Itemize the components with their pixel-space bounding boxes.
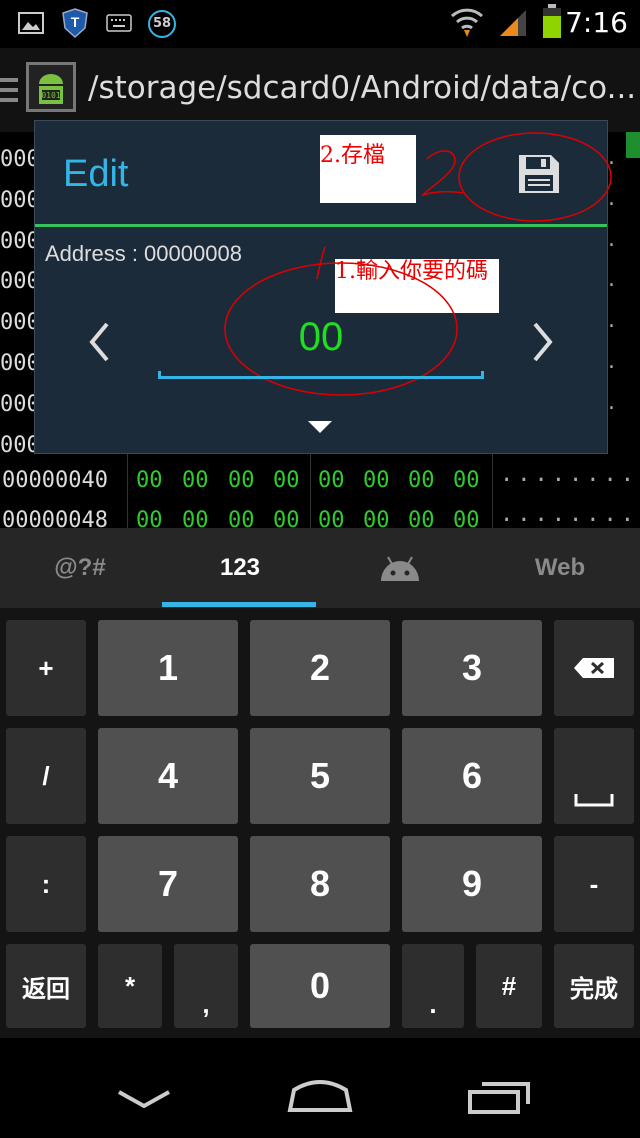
- ascii-dot: .: [608, 267, 615, 293]
- key-3[interactable]: 3: [402, 620, 542, 716]
- space-icon: [574, 794, 614, 807]
- key-2[interactable]: 2: [250, 620, 390, 716]
- file-path-title: /storage/sdcard0/Android/data/co...: [88, 70, 637, 106]
- signal-icon: [500, 10, 526, 36]
- address-label: Address : 00000008: [45, 241, 242, 266]
- ascii-dot: .: [608, 348, 615, 374]
- notification-badge: 58: [148, 10, 176, 38]
- recents-icon[interactable]: [468, 1080, 532, 1114]
- key-8[interactable]: 8: [250, 836, 390, 932]
- numeric-keyboard: + 1 2 3 / 4 5 6 : 7 8 9 - 返回 * , 0 . # 完…: [0, 608, 640, 1038]
- wifi-icon: [450, 8, 484, 37]
- key-space[interactable]: [554, 728, 634, 824]
- hex-byte[interactable]: 00: [273, 468, 300, 493]
- tab-android[interactable]: [320, 528, 480, 608]
- android-icon: [381, 556, 419, 581]
- key-7[interactable]: 7: [98, 836, 238, 932]
- expand-down-icon[interactable]: [307, 419, 333, 435]
- active-tab-indicator: [162, 602, 316, 607]
- hex-ascii: ........: [500, 502, 638, 527]
- tab-symbols[interactable]: @?#: [0, 528, 160, 608]
- key-minus[interactable]: -: [554, 836, 634, 932]
- hex-address: 00000040: [2, 468, 108, 493]
- key-plus[interactable]: +: [6, 620, 86, 716]
- scroll-indicator[interactable]: [626, 132, 640, 158]
- svg-text:0101: 0101: [41, 91, 60, 100]
- key-5[interactable]: 5: [250, 728, 390, 824]
- hex-row: 00000040 00 00 00 00 00 00 00 00........: [0, 462, 640, 502]
- key-0[interactable]: 0: [250, 944, 390, 1028]
- keyboard-tabs: @?# 123 Web: [0, 528, 640, 608]
- edit-dialog: Edit 2.存檔 Address : 00000008 1.輸入你要的碼 00: [34, 120, 612, 454]
- battery-icon: [543, 4, 561, 38]
- app-icon[interactable]: 0101: [26, 62, 76, 112]
- menu-icon[interactable]: [0, 76, 20, 104]
- value-input-underline: [158, 371, 484, 379]
- key-asterisk[interactable]: *: [98, 944, 162, 1028]
- key-period[interactable]: .: [402, 944, 464, 1028]
- key-colon[interactable]: :: [6, 836, 86, 932]
- svg-text:T: T: [71, 14, 80, 30]
- hex-byte[interactable]: 00: [182, 468, 209, 493]
- key-comma[interactable]: ,: [174, 944, 238, 1028]
- ascii-dot: .: [608, 389, 615, 415]
- key-done[interactable]: 完成: [554, 944, 634, 1028]
- red-circle-save: [421, 132, 612, 222]
- chevron-right-icon[interactable]: [531, 321, 555, 363]
- tab-numbers[interactable]: 123: [160, 528, 320, 608]
- status-bar: T 58 7:16: [0, 0, 640, 48]
- annotation-save: 2.存檔: [320, 135, 416, 203]
- keyboard-icon: [106, 14, 132, 32]
- key-1[interactable]: 1: [98, 620, 238, 716]
- navigation-bar: [0, 1038, 640, 1138]
- hex-byte[interactable]: 00: [136, 468, 163, 493]
- clock: 7:16: [565, 6, 628, 39]
- backspace-icon: [574, 658, 614, 678]
- dialog-title: Edit: [63, 153, 129, 195]
- hex-byte[interactable]: 00: [408, 468, 435, 493]
- home-icon[interactable]: [286, 1076, 354, 1114]
- hex-byte[interactable]: 00: [363, 468, 390, 493]
- key-9[interactable]: 9: [402, 836, 542, 932]
- value-input[interactable]: 00: [158, 315, 484, 360]
- key-slash[interactable]: /: [6, 728, 86, 824]
- tab-web[interactable]: Web: [480, 528, 640, 608]
- hex-byte[interactable]: 00: [228, 468, 255, 493]
- key-6[interactable]: 6: [402, 728, 542, 824]
- ascii-dot: .: [608, 308, 615, 334]
- image-icon: [18, 12, 44, 34]
- hex-ascii: ........: [500, 462, 638, 487]
- back-icon[interactable]: [116, 1088, 172, 1112]
- shield-icon: T: [62, 8, 88, 38]
- key-hash[interactable]: #: [476, 944, 542, 1028]
- key-back[interactable]: 返回: [6, 944, 86, 1028]
- hex-byte[interactable]: 00: [318, 468, 345, 493]
- chevron-left-icon[interactable]: [87, 321, 111, 363]
- key-4[interactable]: 4: [98, 728, 238, 824]
- hex-byte[interactable]: 00: [453, 468, 480, 493]
- save-icon[interactable]: [517, 153, 561, 195]
- key-backspace[interactable]: [554, 620, 634, 716]
- dialog-divider: [35, 224, 607, 227]
